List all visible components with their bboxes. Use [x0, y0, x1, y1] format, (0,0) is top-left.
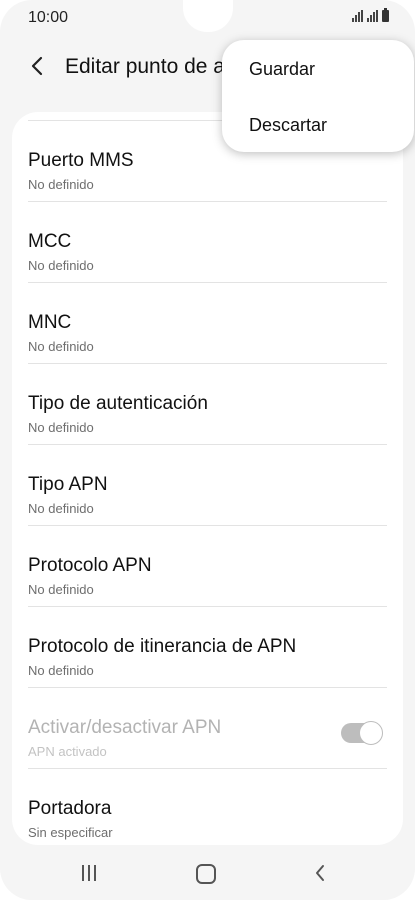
back-icon[interactable] [313, 863, 327, 883]
toggle-knob [359, 721, 383, 745]
home-icon[interactable] [196, 864, 216, 884]
status-icons [352, 8, 389, 22]
setting-apn-type[interactable]: Tipo APN No definido [12, 445, 403, 526]
setting-value: No definido [28, 339, 94, 354]
setting-value: No definido [28, 663, 94, 678]
settings-list: Puerto MMS No definido MCC No definido M… [12, 112, 403, 845]
overflow-menu: Guardar Descartar [222, 40, 414, 152]
setting-value: No definido [28, 501, 94, 516]
page-title: Editar punto de a [65, 55, 225, 78]
setting-label: Tipo de autenticación [28, 393, 208, 414]
signal-icon-2 [367, 10, 378, 22]
setting-value: Sin especificar [28, 825, 113, 840]
setting-bearer[interactable]: Portadora Sin especificar [12, 769, 403, 845]
setting-label: Protocolo APN [28, 555, 152, 576]
setting-label: Portadora [28, 798, 112, 819]
setting-value: APN activado [28, 744, 107, 759]
setting-mcc[interactable]: MCC No definido [12, 202, 403, 283]
setting-label: Protocolo de itinerancia de APN [28, 636, 297, 657]
camera-notch [183, 0, 233, 32]
recent-apps-icon[interactable] [80, 865, 100, 883]
setting-value: No definido [28, 258, 94, 273]
phone-screen: 10:00 Editar punto de a Puerto MMS No de… [0, 0, 415, 900]
status-time: 10:00 [28, 9, 69, 26]
navigation-bar [0, 845, 415, 900]
back-button[interactable] [22, 50, 52, 82]
setting-value: No definido [28, 420, 94, 435]
chevron-left-icon [31, 56, 43, 76]
setting-label: MNC [28, 312, 72, 333]
setting-label: Tipo APN [28, 474, 108, 495]
battery-icon [382, 8, 389, 22]
signal-icon [352, 10, 363, 22]
menu-item-discard[interactable]: Descartar [249, 115, 327, 136]
setting-apn-roaming-protocol[interactable]: Protocolo de itinerancia de APN No defin… [12, 607, 403, 688]
setting-auth-type[interactable]: Tipo de autenticación No definido [12, 364, 403, 445]
menu-item-save[interactable]: Guardar [249, 59, 315, 80]
status-bar: 10:00 [0, 0, 415, 34]
apn-enable-toggle [341, 721, 383, 745]
setting-value: No definido [28, 177, 94, 192]
setting-label: Activar/desactivar APN [28, 717, 222, 738]
setting-label: Puerto MMS [28, 150, 134, 171]
setting-value: No definido [28, 582, 94, 597]
setting-apn-protocol[interactable]: Protocolo APN No definido [12, 526, 403, 607]
setting-apn-enable: Activar/desactivar APN APN activado [12, 688, 403, 769]
setting-label: MCC [28, 231, 72, 252]
setting-mnc[interactable]: MNC No definido [12, 283, 403, 364]
